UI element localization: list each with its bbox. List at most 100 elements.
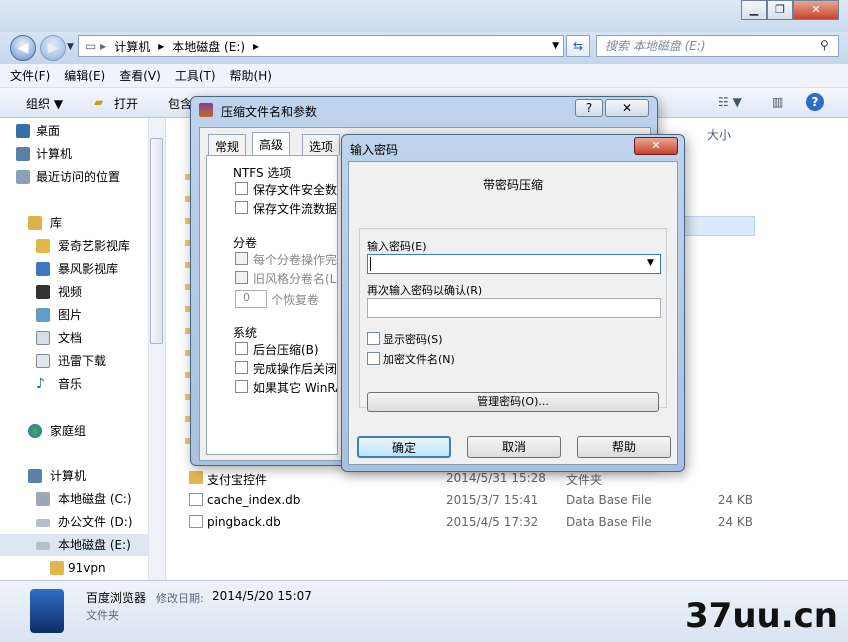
split-group-label: 分卷 <box>233 236 258 250</box>
menu-help[interactable]: 帮助(H) <box>230 67 272 84</box>
music-icon: ♪ <box>36 376 45 392</box>
split-pause-checkbox[interactable] <box>235 252 248 265</box>
history-dropdown-icon[interactable]: ▼ <box>67 42 74 52</box>
system-group-label: 系统 <box>233 326 258 340</box>
menu-edit[interactable]: 编辑(E) <box>64 67 105 84</box>
help-dialog-button[interactable]: 帮助 <box>577 436 671 458</box>
archive-dialog-title: 压缩文件名和参数 <box>221 105 318 119</box>
winrar-icon <box>199 103 213 117</box>
save-security-checkbox[interactable] <box>235 182 248 195</box>
column-size-header[interactable]: 大小 <box>707 126 731 143</box>
address-dropdown-icon[interactable]: ▼ <box>552 41 559 51</box>
save-streams-label: 保存文件流数据 <box>253 202 337 216</box>
breadcrumb-drive-e[interactable]: 本地磁盘 (E:) <box>172 38 245 55</box>
nav-91vpn[interactable]: 91vpn <box>0 557 148 579</box>
drive-icon <box>36 519 50 527</box>
window-titlebar: ▁ ❐ ✕ <box>0 0 848 32</box>
background-compress-label: 后台压缩(B) <box>253 343 319 357</box>
folder-icon <box>36 239 50 253</box>
menu-tools[interactable]: 工具(T) <box>175 67 216 84</box>
drive-c-icon <box>36 492 50 506</box>
archive-close-button[interactable]: ✕ <box>605 99 649 117</box>
nav-music[interactable]: ♪ 音乐 <box>0 373 148 395</box>
tab-general[interactable]: 常规 <box>208 134 247 156</box>
recovery-volumes-stepper[interactable]: 0 <box>235 290 267 308</box>
shutdown-after-label: 完成操作后关闭 <box>253 362 337 376</box>
nav-libraries[interactable]: 库 <box>0 212 148 234</box>
menu-file[interactable]: 文件(F) <box>10 67 50 84</box>
ok-button[interactable]: 确定 <box>357 436 451 458</box>
split-pause-label: 每个分卷操作完 <box>253 253 337 267</box>
tab-advanced[interactable]: 高级 <box>252 132 291 156</box>
tab-options[interactable]: 选项 <box>302 134 341 156</box>
nav-recent-places[interactable]: 最近访问的位置 <box>0 166 148 188</box>
include-button[interactable]: 包含 <box>168 95 192 112</box>
db-file-icon <box>189 493 203 506</box>
password-close-button[interactable]: ✕ <box>634 137 678 155</box>
nav-iqiyi[interactable]: 爱奇艺影视库 <box>0 235 148 257</box>
show-password-label: 显示密码(S) <box>383 333 443 346</box>
file-row[interactable]: cache_index.db 2015/3/7 15:41 Data Base … <box>167 489 848 511</box>
file-row[interactable]: pingback.db 2015/4/5 17:32 Data Base Fil… <box>167 511 848 533</box>
save-streams-checkbox[interactable] <box>235 201 248 214</box>
nav-baofeng[interactable]: 暴风影视库 <box>0 258 148 280</box>
nav-videos[interactable]: 视频 <box>0 281 148 303</box>
old-style-names-checkbox[interactable] <box>235 271 248 284</box>
nav-scrollbar-thumb[interactable] <box>150 138 163 344</box>
address-bar[interactable]: ▭ ▸ 计算机 ▸ 本地磁盘 (E:) ▸ ▼ <box>78 35 564 57</box>
shutdown-after-checkbox[interactable] <box>235 361 248 374</box>
help-icon[interactable]: ? <box>806 93 824 111</box>
nav-drive-d[interactable]: 办公文件 (D:) <box>0 511 148 533</box>
help-button[interactable]: ? <box>575 99 603 117</box>
details-modified-label: 修改日期: <box>156 592 204 605</box>
password-input[interactable] <box>367 254 661 274</box>
organize-button[interactable]: 组织 ▼ <box>26 95 63 112</box>
password-dialog: 输入密码 ✕ 带密码压缩 输入密码(E) ▼ 再次输入密码以确认(R) 显示密码… <box>341 134 685 472</box>
nav-drive-c[interactable]: 本地磁盘 (C:) <box>0 488 148 510</box>
search-input[interactable]: 搜索 本地磁盘 (E:) <box>596 35 839 57</box>
password-label: 输入密码(E) <box>367 240 427 253</box>
preview-pane-icon[interactable]: ▥ <box>772 95 783 109</box>
library-icon <box>28 216 42 230</box>
nav-desktop[interactable]: 桌面 <box>0 120 148 142</box>
search-icon[interactable]: ⚲ <box>820 38 829 52</box>
password-dropdown-icon[interactable]: ▼ <box>647 258 654 268</box>
db-file-icon <box>189 515 203 528</box>
cancel-button[interactable]: 取消 <box>467 436 561 458</box>
nav-xunlei[interactable]: 迅雷下载 <box>0 350 148 372</box>
view-options-icon[interactable]: ☷ ▼ <box>718 95 742 109</box>
background-compress-checkbox[interactable] <box>235 342 248 355</box>
open-button[interactable]: 打开 <box>114 95 138 112</box>
manage-passwords-button[interactable]: 管理密码(O)... <box>367 392 659 412</box>
navigation-pane: 桌面 计算机 最近访问的位置 库 爱奇艺影视库 暴风影视库 视频 图片 文档 迅… <box>0 118 166 580</box>
menu-view[interactable]: 查看(V) <box>119 67 161 84</box>
confirm-password-label: 再次输入密码以确认(R) <box>367 284 483 297</box>
save-security-label: 保存文件安全数据 <box>253 183 337 197</box>
wait-other-winrar-checkbox[interactable] <box>235 380 248 393</box>
confirm-password-input[interactable] <box>367 298 661 318</box>
nav-drive-e[interactable]: 本地磁盘 (E:) <box>0 534 148 556</box>
password-dialog-body: 带密码压缩 输入密码(E) ▼ 再次输入密码以确认(R) 显示密码(S) 加密文… <box>348 161 678 465</box>
desktop-icon <box>16 124 30 138</box>
drive-small-icon: ▭ ▸ <box>85 39 107 53</box>
folder-icon <box>50 561 64 575</box>
video-icon <box>36 285 50 299</box>
nav-computer[interactable]: 计算机 <box>0 143 148 165</box>
encrypt-filenames-checkbox[interactable] <box>367 352 380 365</box>
nav-documents[interactable]: 文档 <box>0 327 148 349</box>
nav-pictures[interactable]: 图片 <box>0 304 148 326</box>
folder-icon <box>189 471 203 484</box>
minimize-button[interactable]: ▁ <box>741 0 767 20</box>
nav-homegroup[interactable]: 家庭组 <box>0 420 148 442</box>
back-icon[interactable]: ◀ <box>10 35 36 61</box>
baidu-browser-folder-icon <box>30 589 64 633</box>
nav-computer-root[interactable]: 计算机 <box>0 465 148 487</box>
video-library-icon <box>36 262 50 276</box>
details-type: 文件夹 <box>86 609 119 622</box>
maximize-button[interactable]: ❐ <box>767 0 793 20</box>
refresh-icon[interactable]: ⇆ <box>566 35 590 57</box>
forward-icon[interactable]: ▶ <box>40 35 66 61</box>
close-button[interactable]: ✕ <box>793 0 839 20</box>
breadcrumb-computer[interactable]: 计算机 <box>114 38 150 55</box>
show-password-checkbox[interactable] <box>367 332 380 345</box>
